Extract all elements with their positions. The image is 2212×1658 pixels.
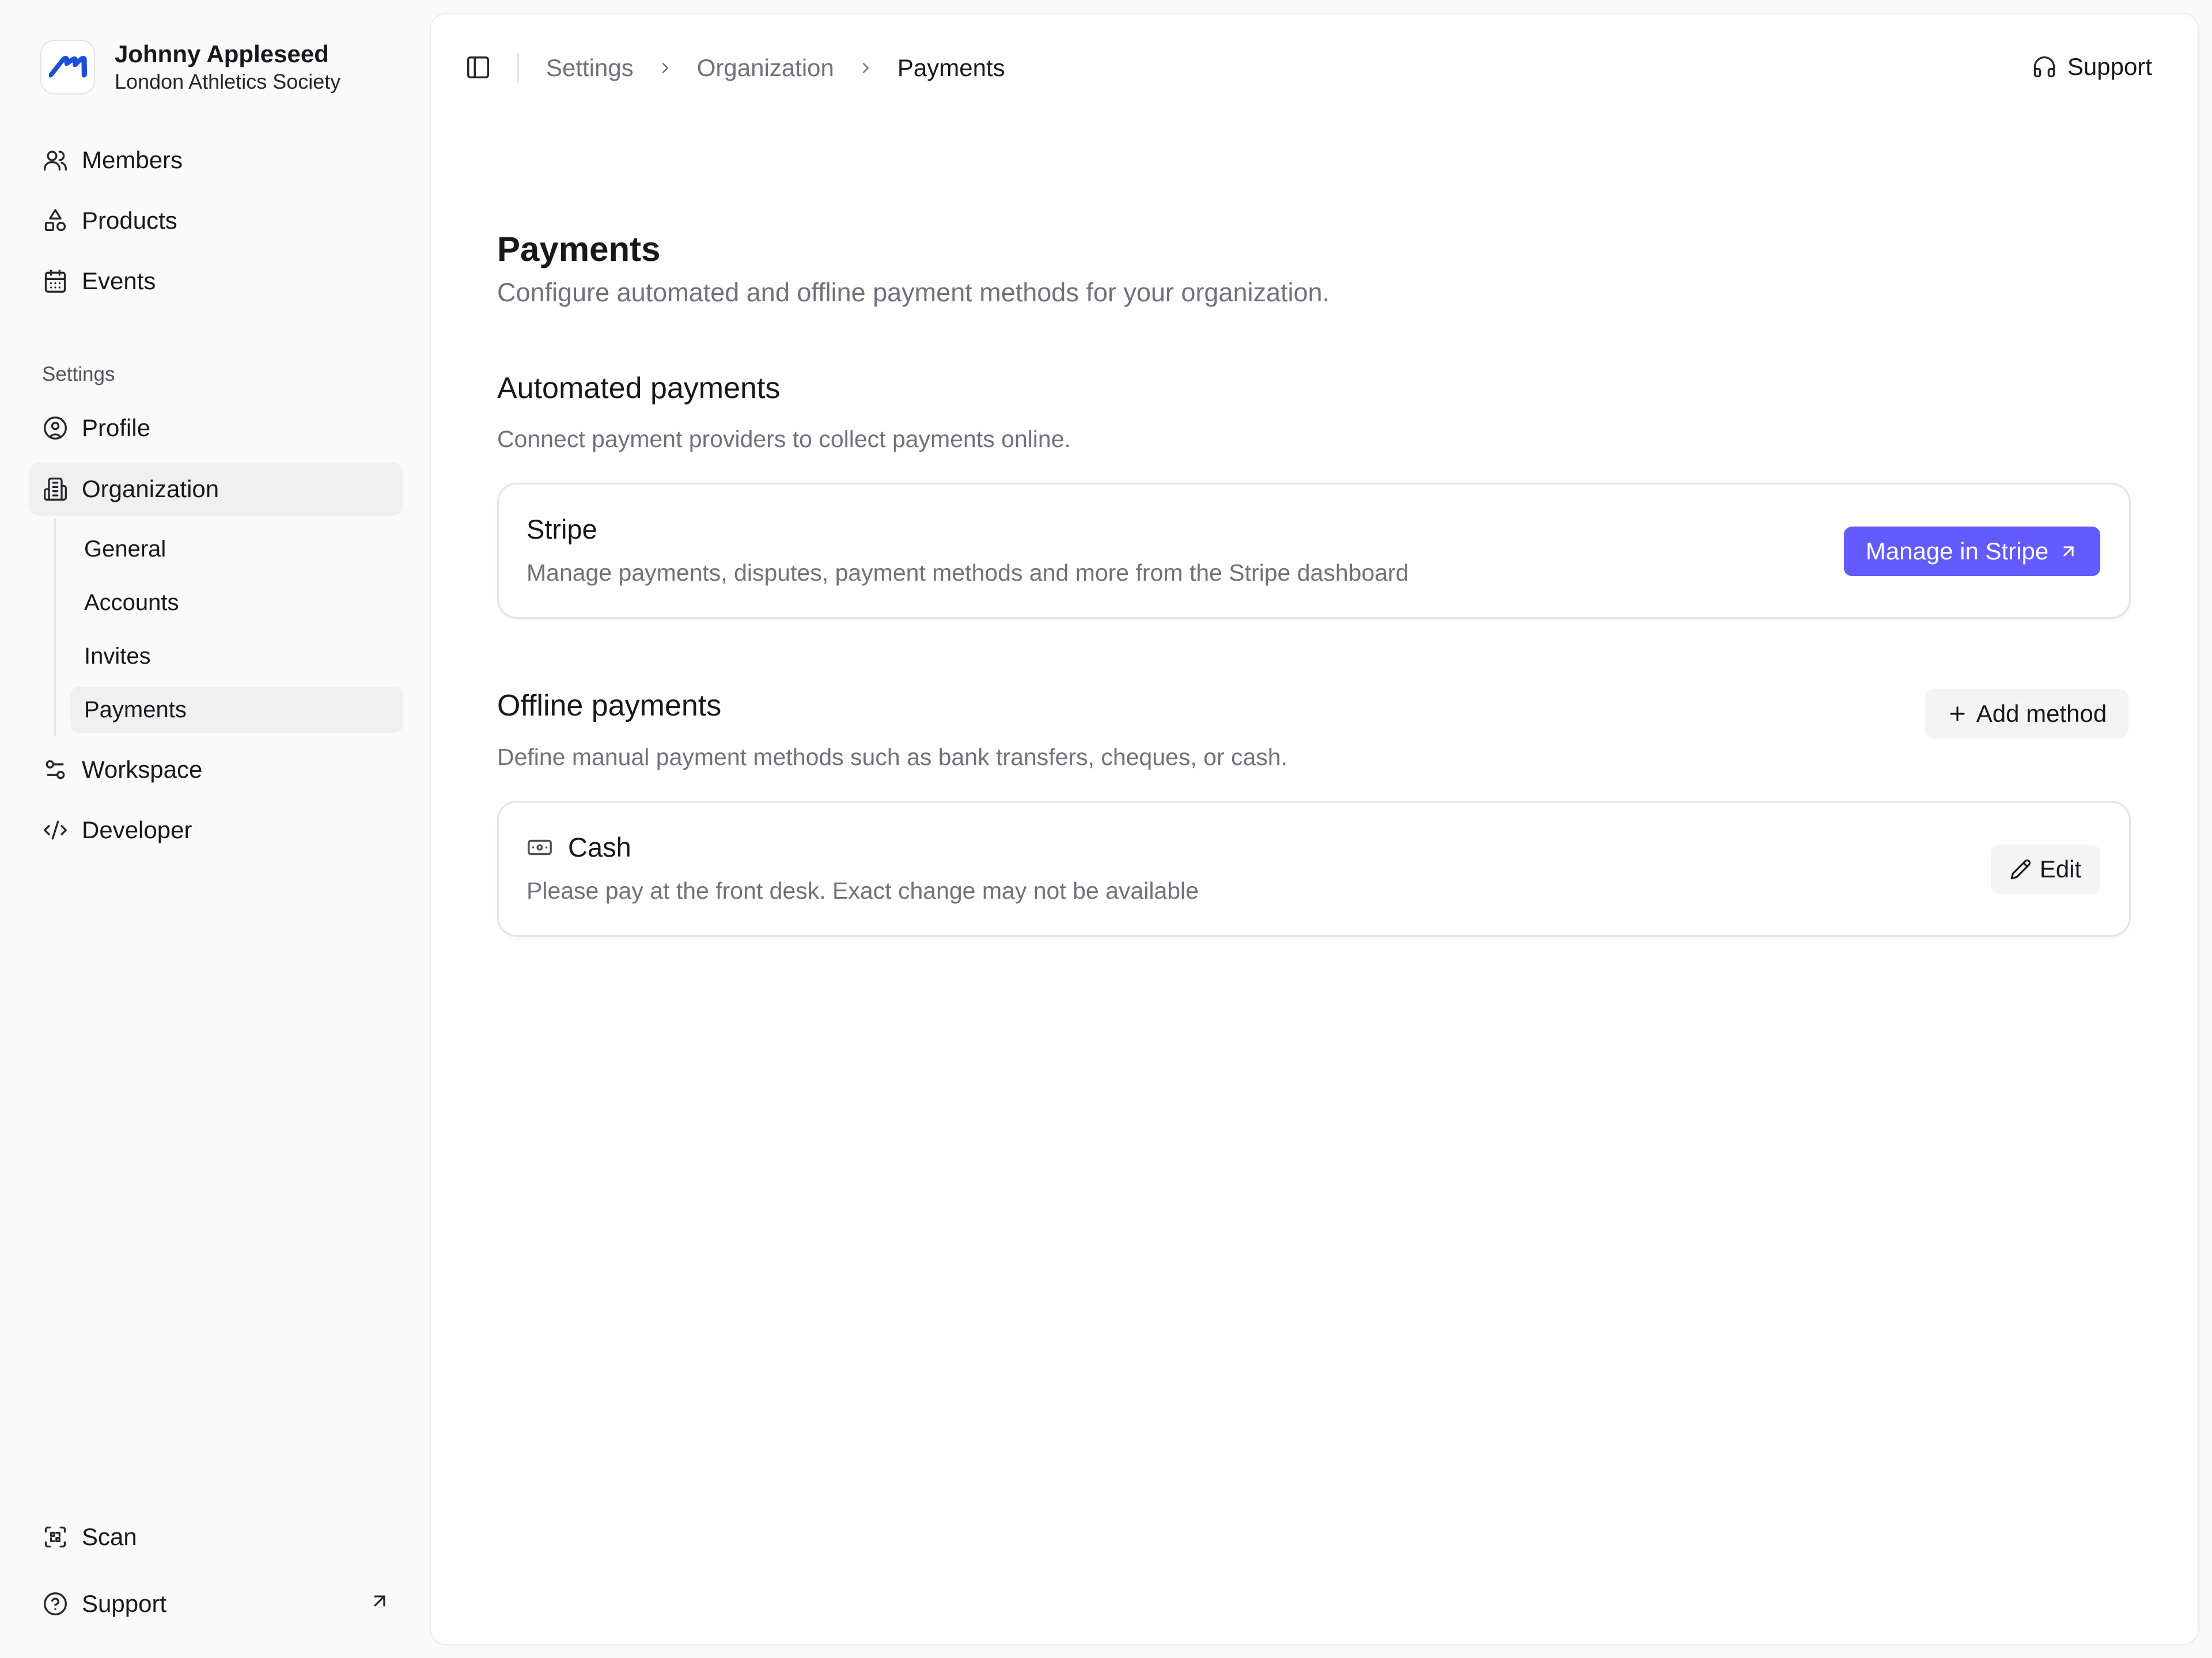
support-button[interactable]: Support [2032,53,2152,81]
edit-method-button[interactable]: Edit [1991,845,2100,894]
manage-in-stripe-button[interactable]: Manage in Stripe [1844,527,2100,576]
sidebar-subitem-label: Accounts [84,589,179,615]
stripe-card: Stripe Manage payments, disputes, paymen… [497,483,2131,619]
main-panel: Settings Organization Payments Support P… [431,14,2198,1644]
building-icon [41,475,69,503]
sidebar-item-events[interactable]: Events [29,255,403,308]
sidebar-item-label: Organization [82,475,219,502]
sidebar-item-members[interactable]: Members [29,134,403,187]
sidebar-item-developer[interactable]: Developer [29,804,403,857]
sidebar-item-scan[interactable]: Scan [29,1511,403,1564]
offline-method-name: Cash [568,832,631,862]
topbar-divider [517,53,519,82]
sidebar-subitem-invites[interactable]: Invites [70,633,403,679]
arrow-up-right-icon [369,1590,391,1618]
edit-label: Edit [2039,856,2082,883]
scan-icon [41,1523,69,1551]
pencil-icon [2010,858,2032,880]
breadcrumb: Settings Organization Payments [546,54,1005,82]
page-subtitle: Configure automated and offline payment … [497,278,1330,307]
plus-icon [1946,703,1968,725]
sliders-icon [41,756,69,783]
support-label: Support [2067,53,2152,80]
chevron-right-icon [857,59,874,77]
offline-payments-subtitle: Define manual payment methods such as ba… [497,744,1287,770]
sidebar-subitem-label: Invites [84,643,151,669]
panel-left-icon [467,56,489,78]
stripe-description: Manage payments, disputes, payment metho… [527,559,1409,586]
sidebar-item-label: Workspace [82,756,203,783]
banknote-icon [527,834,553,861]
manage-in-stripe-label: Manage in Stripe [1865,537,2049,565]
add-method-button[interactable]: Add method [1925,689,2128,739]
sidebar-item-label: Events [82,267,156,294]
sidebar-subitem-label: General [84,536,166,562]
sidebar-item-label: Products [82,207,177,234]
sidebar-item-profile[interactable]: Profile [29,402,403,455]
sidebar-toggle-button[interactable] [463,52,493,82]
offline-payments-title: Offline payments [497,689,722,722]
sidebar-item-support[interactable]: Support [29,1577,403,1630]
sidebar-item-label: Members [82,146,183,173]
app-window: Johnny Appleseed London Athletics Societ… [0,0,2212,1658]
sidebar-item-organization[interactable]: Organization [29,463,403,516]
offline-method-title: Cash [527,831,631,863]
sidebar-item-label: Developer [82,816,192,843]
calendar-icon [41,267,69,295]
brand-logo-icon [40,39,95,94]
code-icon [41,816,69,844]
users-icon [41,146,69,174]
automated-payments-title: Automated payments [497,372,781,405]
offline-method-description: Please pay at the front desk. Exact chan… [527,877,1199,904]
sidebar-subitem-label: Payments [84,696,187,722]
sidebar-item-products[interactable]: Products [29,194,403,247]
breadcrumb-settings[interactable]: Settings [546,54,634,82]
breadcrumb-organization[interactable]: Organization [697,54,834,82]
page-title: Payments [497,230,661,268]
user-name: Johnny Appleseed [115,40,329,67]
help-circle-icon [41,1590,69,1618]
headphones-icon [2032,54,2057,80]
automated-payments-subtitle: Connect payment providers to collect pay… [497,426,1071,452]
account-switcher[interactable]: Johnny Appleseed London Athletics Societ… [40,39,340,94]
sidebar-item-label: Profile [82,414,151,441]
sidebar: Johnny Appleseed London Athletics Societ… [0,0,426,1658]
settings-section-label: Settings [42,363,115,385]
stripe-name: Stripe [527,514,597,544]
sidebar-subitem-accounts[interactable]: Accounts [70,580,403,626]
breadcrumb-payments: Payments [897,54,1005,81]
add-method-label: Add method [1976,700,2107,727]
user-circle-icon [41,414,69,442]
sidebar-item-workspace[interactable]: Workspace [29,743,403,796]
arrow-up-right-icon [2059,542,2078,561]
sidebar-subitem-payments[interactable]: Payments [70,687,403,733]
offline-method-card: Cash Please pay at the front desk. Exact… [497,801,2131,937]
shapes-icon [41,207,69,234]
organization-name: London Athletics Society [115,70,341,93]
sidebar-item-label: Scan [82,1523,137,1550]
sidebar-subitem-general[interactable]: General [70,526,403,572]
top-bar: Settings Organization Payments Support [431,14,2198,121]
chevron-right-icon [657,59,674,77]
sidebar-item-label: Support [82,1590,167,1617]
subnav-divider [54,518,56,736]
